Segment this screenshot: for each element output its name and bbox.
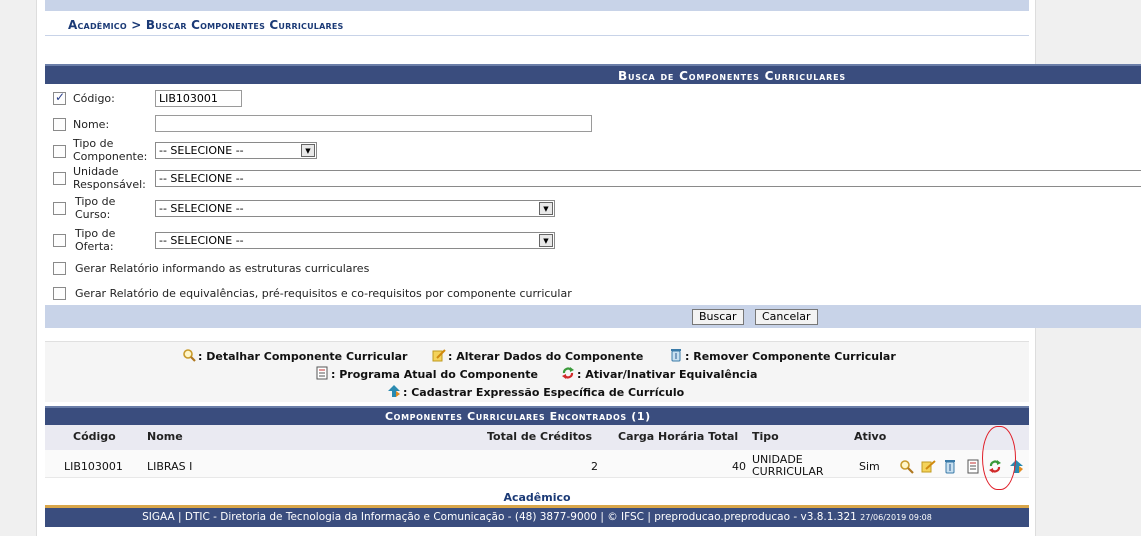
trash-icon[interactable] (943, 459, 958, 474)
buscar-button[interactable]: Buscar (692, 309, 744, 325)
legend-toggle-label: : Ativar/Inativar Equivalência (577, 368, 758, 381)
col-tipo: Tipo (752, 430, 779, 443)
legend-detail: : Detalhar Componente Curricular (182, 348, 407, 363)
tipo-oferta-select[interactable]: -- SELECIONE -- ▼ (155, 232, 555, 249)
unidade-label-2: Responsável: (73, 178, 146, 191)
legend-edit-label: : Alterar Dados do Componente (448, 350, 644, 363)
report-estruturas-label: Gerar Relatório informando as estruturas… (75, 262, 370, 275)
magnifier-icon[interactable] (899, 459, 914, 474)
codigo-label: Código: (73, 92, 115, 105)
col-nome: Nome (147, 430, 183, 443)
cell-carga: 40 (732, 460, 746, 473)
col-codigo: Código (73, 430, 116, 443)
legend-register: : Cadastrar Expressão Específica de Curr… (387, 384, 684, 399)
unidade-label-1: Unidade (73, 165, 119, 178)
breadcrumb-text: Acadêmico > Buscar Componentes Curricula… (68, 18, 344, 32)
codigo-checkbox[interactable] (53, 90, 66, 105)
legend-toggle: : Ativar/Inativar Equivalência (561, 366, 757, 381)
tipo-oferta-checkbox[interactable] (53, 234, 66, 247)
document-icon (315, 366, 329, 380)
tipo-curso-label-2: Curso: (75, 208, 111, 221)
legend-edit: : Alterar Dados do Componente (432, 348, 643, 363)
refresh-icon (561, 366, 575, 380)
tipo-componente-select[interactable]: -- SELECIONE -- ▼ (155, 142, 317, 159)
document-icon[interactable] (966, 459, 981, 474)
report-estruturas-checkbox[interactable] (53, 262, 66, 275)
results-table: Componentes Curriculares Encontrados (1)… (45, 406, 1029, 478)
magnifier-icon (182, 348, 196, 362)
nome-input[interactable] (155, 115, 592, 132)
codigo-input[interactable]: LIB103001 (155, 90, 242, 107)
tipo-oferta-value: -- SELECIONE -- (159, 234, 244, 247)
nome-label: Nome: (73, 118, 110, 131)
cell-ativo: Sim (859, 460, 880, 473)
cell-tipo-2: CURRICULAR (752, 465, 824, 478)
cell-codigo: LIB103001 (64, 460, 123, 473)
legend-remove-label: : Remover Componente Curricular (685, 350, 896, 363)
legend-remove: : Remover Componente Curricular (669, 348, 896, 363)
legend-program-label: : Programa Atual do Componente (331, 368, 538, 381)
unidade-value: -- SELECIONE -- (159, 172, 244, 185)
chevron-down-icon: ▼ (539, 234, 553, 247)
chevron-down-icon: ▼ (301, 144, 315, 157)
chevron-down-icon: ▼ (539, 202, 553, 215)
search-panel-title: Busca de Componentes Curriculares (618, 69, 846, 83)
tipo-curso-checkbox[interactable] (53, 202, 66, 215)
legend-program: : Programa Atual do Componente (315, 366, 538, 381)
results-header: Componentes Curriculares Encontrados (1) (45, 406, 1029, 425)
tipo-curso-value: -- SELECIONE -- (159, 202, 244, 215)
legend-detail-label: : Detalhar Componente Curricular (198, 350, 408, 363)
top-bar (45, 0, 1029, 11)
breadcrumb: Acadêmico > Buscar Componentes Curricula… (45, 11, 1029, 36)
search-panel-header: Busca de Componentes Curriculares (45, 64, 1141, 84)
footer-timestamp: 27/06/2019 09:08 (860, 513, 932, 522)
edit-icon[interactable] (921, 459, 936, 474)
legend-register-label: : Cadastrar Expressão Específica de Curr… (403, 386, 685, 399)
tipo-componente-label-2: Componente: (73, 150, 148, 163)
tipo-componente-value: -- SELECIONE -- (159, 144, 244, 157)
search-panel-footer: Buscar Cancelar (45, 305, 1141, 328)
edit-icon (432, 348, 446, 362)
tipo-componente-checkbox[interactable] (53, 145, 66, 158)
table-row: LIB103001 LIBRAS I 2 40 UNIDADE CURRICUL… (45, 450, 1029, 478)
cancelar-button[interactable]: Cancelar (755, 309, 818, 325)
upload-arrow-icon (387, 384, 401, 398)
report-equivalencias-label: Gerar Relatório de equivalências, pré-re… (75, 287, 572, 300)
footer-academico-link[interactable]: Acadêmico (45, 491, 1029, 504)
col-carga: Carga Horária Total (618, 430, 739, 443)
footer: SIGAA | DTIC - Diretoria de Tecnologia d… (45, 505, 1029, 527)
tipo-curso-label-1: Tipo de (75, 195, 116, 208)
tipo-curso-select[interactable]: -- SELECIONE -- ▼ (155, 200, 555, 217)
results-column-headers: Código Nome Total de Créditos Carga Horá… (45, 425, 1029, 450)
cell-nome: LIBRAS I (147, 460, 193, 473)
report-equivalencias-checkbox[interactable] (53, 287, 66, 300)
unidade-select[interactable]: -- SELECIONE -- (155, 170, 1141, 187)
tipo-oferta-label-2: Oferta: (75, 240, 114, 253)
results-title: Componentes Curriculares Encontrados (1) (385, 410, 651, 423)
tipo-componente-label-1: Tipo de (73, 137, 114, 150)
unidade-checkbox[interactable] (53, 172, 66, 185)
nome-checkbox[interactable] (53, 118, 66, 131)
red-annotation-circle (982, 426, 1016, 490)
cell-creditos: 2 (591, 460, 598, 473)
action-legend: : Detalhar Componente Curricular : Alter… (45, 341, 1029, 402)
col-creditos: Total de Créditos (487, 430, 593, 443)
tipo-oferta-label-1: Tipo de (75, 227, 116, 240)
col-ativo: Ativo (854, 430, 887, 443)
footer-text: SIGAA | DTIC - Diretoria de Tecnologia d… (142, 511, 857, 523)
search-panel: Busca de Componentes Curriculares Código… (45, 64, 1141, 328)
trash-icon (669, 348, 683, 362)
